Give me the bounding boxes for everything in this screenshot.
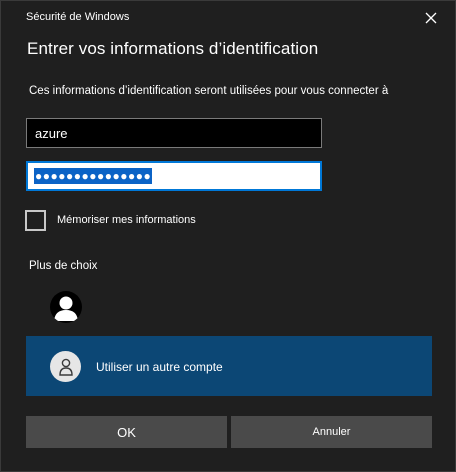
more-choices-label: Plus de choix (29, 260, 98, 272)
window-title: Sécurité de Windows (26, 11, 130, 23)
password-field[interactable]: ●●●●●●●●●●●●●●● (26, 161, 322, 191)
account-option[interactable] (26, 287, 432, 329)
other-account-label: Utiliser un autre compte (96, 360, 223, 374)
close-icon (425, 12, 437, 24)
ok-button[interactable]: OK (26, 416, 227, 448)
credential-dialog: Sécurité de Windows Entrer vos informati… (0, 0, 456, 472)
cancel-button[interactable]: Annuler (231, 416, 432, 448)
close-button[interactable] (415, 3, 447, 33)
remember-checkbox[interactable] (25, 210, 46, 231)
password-mask: ●●●●●●●●●●●●●●● (34, 168, 153, 184)
use-other-account-option[interactable]: Utiliser un autre compte (26, 336, 432, 396)
dialog-heading: Entrer vos informations d’identification (27, 39, 319, 58)
remember-label[interactable]: Mémoriser mes informations (57, 214, 196, 226)
person-outline-icon (50, 351, 81, 382)
user-avatar-icon (50, 291, 82, 323)
dialog-description: Ces informations d’identification seront… (29, 85, 389, 97)
username-field[interactable] (26, 118, 322, 148)
